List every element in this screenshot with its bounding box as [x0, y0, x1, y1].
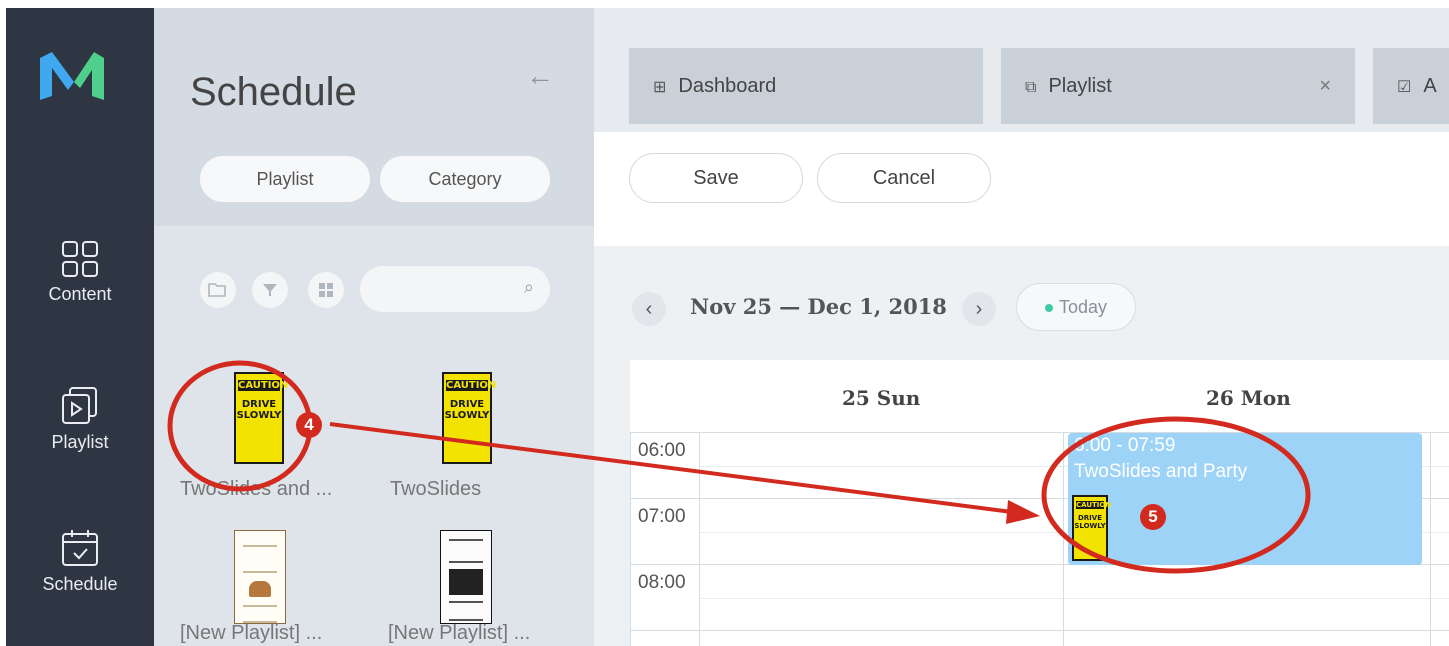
arrow-line — [329, 422, 1013, 514]
step-marker: 4 — [296, 412, 322, 438]
step-marker: 5 — [1140, 504, 1166, 530]
highlight-circle — [1041, 416, 1311, 574]
arrow-head-icon — [1006, 500, 1040, 524]
annotation-overlay — [167, 360, 1311, 574]
highlight-circle — [167, 360, 313, 492]
